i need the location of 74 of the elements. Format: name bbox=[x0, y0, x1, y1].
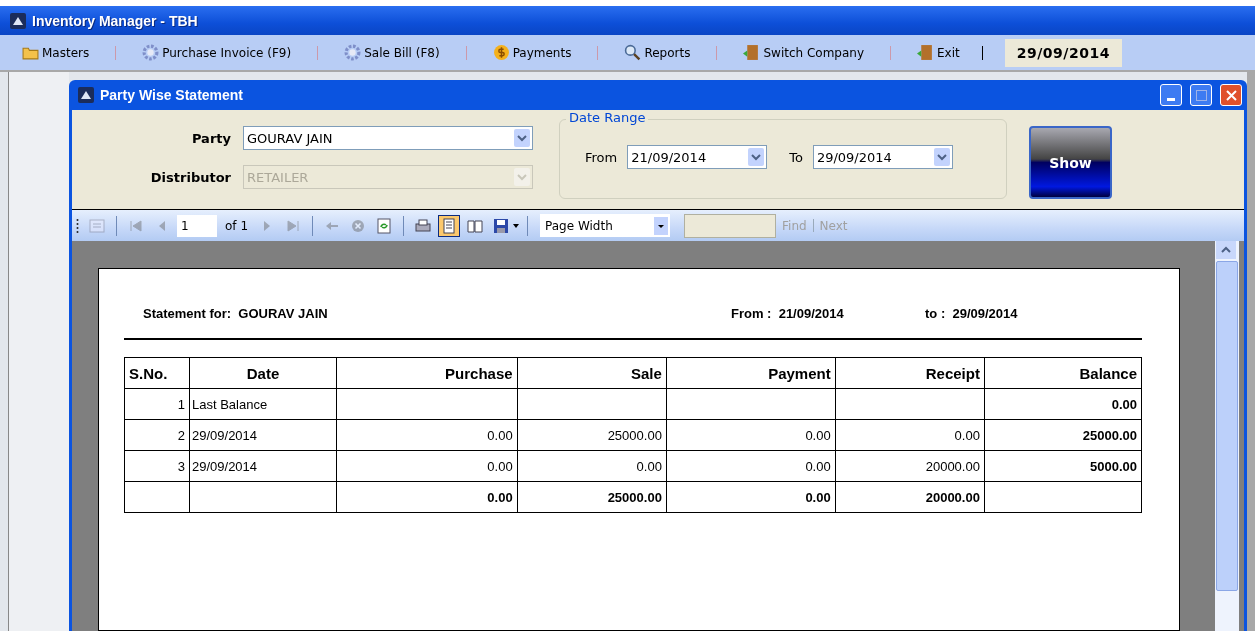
maximize-button[interactable] bbox=[1190, 84, 1212, 106]
table-cell: 0.00 bbox=[835, 419, 985, 451]
app-logo-icon bbox=[78, 87, 94, 103]
column-header: Purchase bbox=[336, 357, 518, 389]
table-cell: 5000.00 bbox=[984, 450, 1142, 482]
statement-to-date: to : 29/09/2014 bbox=[925, 306, 1018, 321]
statement-from-date: From : 21/09/2014 bbox=[731, 306, 845, 321]
party-dropdown[interactable]: GOURAV JAIN bbox=[243, 126, 533, 150]
vertical-scrollbar[interactable] bbox=[1215, 241, 1239, 631]
window-title: Inventory Manager - TBH bbox=[32, 12, 198, 29]
show-button[interactable]: Show bbox=[1029, 126, 1112, 199]
column-header: Balance bbox=[984, 357, 1142, 389]
gear-icon bbox=[142, 44, 160, 61]
table-cell: 1 bbox=[124, 388, 190, 420]
table-cell: 0.00 bbox=[666, 481, 836, 513]
table-cell: Last Balance bbox=[189, 388, 337, 420]
menu-item[interactable]: Payments bbox=[492, 44, 572, 61]
menu-item[interactable]: Switch Company bbox=[743, 44, 865, 61]
from-label: From bbox=[585, 149, 618, 165]
column-header: Payment bbox=[666, 357, 836, 389]
distributor-label: Distributor bbox=[149, 169, 231, 185]
app-logo-icon bbox=[10, 12, 26, 29]
table-cell: 0.00 bbox=[336, 450, 518, 482]
page-number-field[interactable]: 1 bbox=[177, 214, 217, 237]
table-cell: 0.00 bbox=[984, 388, 1142, 420]
menu-item[interactable]: Masters bbox=[22, 44, 90, 61]
table-cell: 29/09/2014 bbox=[189, 419, 337, 451]
date-range-label: Date Range bbox=[566, 110, 649, 125]
menu-item[interactable]: Reports bbox=[624, 44, 691, 61]
table-cell: 3 bbox=[124, 450, 190, 482]
maximize-icon bbox=[1195, 89, 1207, 101]
scrollbar-thumb[interactable] bbox=[1216, 261, 1238, 591]
toolbar-grip-icon bbox=[76, 217, 79, 234]
column-header: S.No. bbox=[124, 357, 190, 389]
table-cell: 29/09/2014 bbox=[189, 450, 337, 482]
statement-party: Statement for: GOURAV JAIN bbox=[143, 306, 329, 321]
door-icon bbox=[743, 44, 761, 61]
caret-icon[interactable] bbox=[513, 223, 519, 228]
menu-item[interactable]: Purchase Invoice (F9) bbox=[142, 44, 292, 61]
party-label: Party bbox=[190, 130, 231, 146]
table-cell: 0.00 bbox=[666, 450, 836, 482]
table-cell: 0.00 bbox=[666, 419, 836, 451]
column-header: Date bbox=[189, 357, 337, 389]
table-cell: 2 bbox=[124, 419, 190, 451]
find-field[interactable] bbox=[684, 213, 776, 238]
minimize-button[interactable] bbox=[1160, 84, 1182, 106]
table-cell: 0.00 bbox=[517, 450, 667, 482]
door-icon bbox=[917, 44, 935, 61]
scroll-up-icon[interactable] bbox=[1216, 241, 1236, 259]
print-layout-icon[interactable] bbox=[438, 214, 460, 237]
minimize-icon bbox=[1167, 98, 1175, 101]
table-cell: 0.00 bbox=[336, 481, 518, 513]
search-icon bbox=[624, 44, 642, 61]
to-label: To bbox=[789, 149, 803, 165]
close-button[interactable] bbox=[1220, 84, 1242, 106]
table-cell: 20000.00 bbox=[835, 450, 985, 482]
table-cell: 25000.00 bbox=[984, 419, 1142, 451]
table-cell: 25000.00 bbox=[517, 481, 667, 513]
dialog-title: Party Wise Statement bbox=[100, 87, 244, 103]
menu-item[interactable]: Sale Bill (F8) bbox=[344, 44, 440, 61]
column-header: Sale bbox=[517, 357, 667, 389]
dollar-icon bbox=[492, 44, 510, 61]
page-count-label: of 1 bbox=[225, 218, 248, 233]
current-date: 29/09/2014 bbox=[1004, 38, 1122, 67]
zoom-dropdown[interactable]: Page Width bbox=[540, 214, 670, 237]
column-header: Receipt bbox=[835, 357, 985, 389]
from-date-picker[interactable]: 21/09/2014 bbox=[627, 145, 768, 169]
close-icon bbox=[1225, 89, 1237, 101]
table-cell: 0.00 bbox=[336, 419, 518, 451]
to-date-picker[interactable]: 29/09/2014 bbox=[812, 145, 953, 169]
table-cell: 25000.00 bbox=[517, 419, 667, 451]
table-cell: 20000.00 bbox=[835, 481, 985, 513]
gear-icon bbox=[344, 44, 362, 61]
menu-item[interactable]: Exit bbox=[917, 44, 960, 61]
